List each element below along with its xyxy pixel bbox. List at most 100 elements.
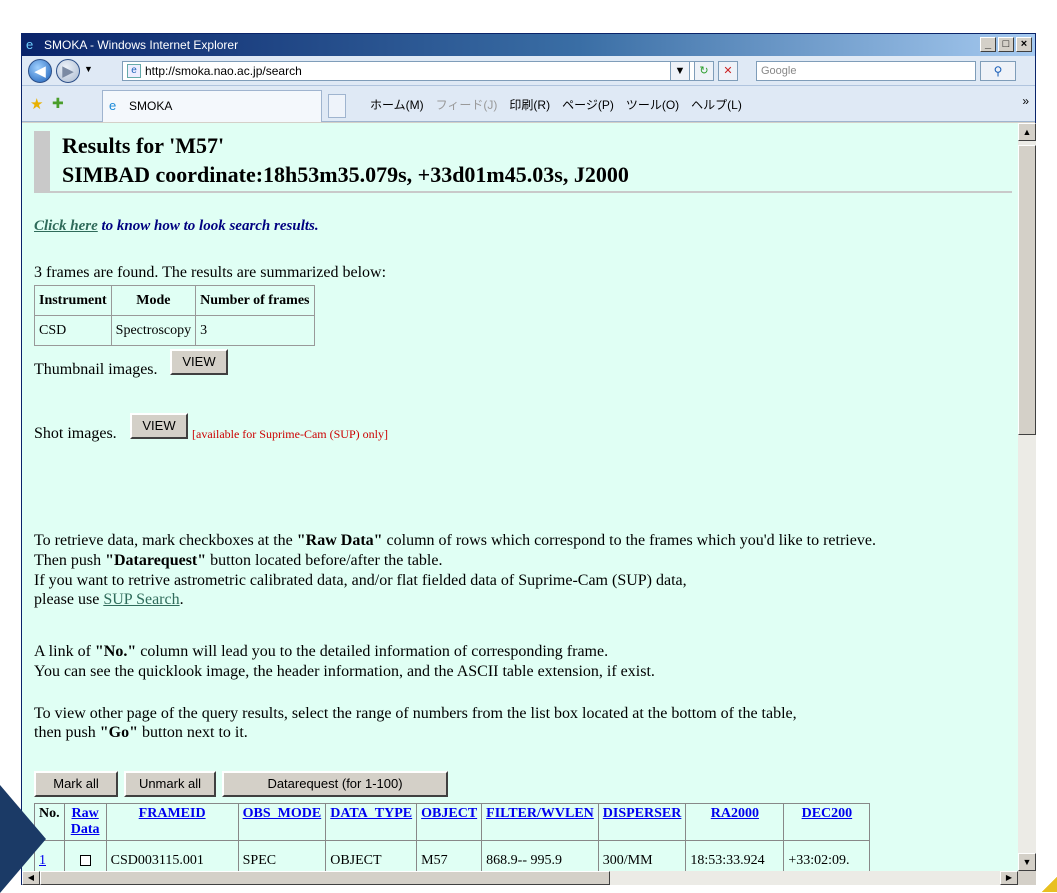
heading-title: Results for 'M57' xyxy=(62,133,225,158)
no-column-line: You can see the quicklook image, the hea… xyxy=(34,663,655,680)
home-command[interactable]: ホーム(M) xyxy=(370,96,424,113)
refresh-icon[interactable]: ↻ xyxy=(694,61,714,81)
add-favorites-icon[interactable]: ✚ xyxy=(52,95,64,112)
history-dropdown-icon[interactable]: ▼ xyxy=(84,64,93,74)
url-text: http://smoka.nao.ac.jp/search xyxy=(145,64,302,78)
search-placeholder: Google xyxy=(761,65,797,77)
summary-cell: 3 xyxy=(195,315,315,346)
instructions-line: To retrieve data, mark checkboxes at the… xyxy=(34,532,876,550)
favorites-star-icon[interactable]: ★ xyxy=(30,95,43,113)
obs-mode-header: OBS_MODE xyxy=(237,803,327,841)
sup-search-link[interactable]: SUP Search xyxy=(103,591,179,608)
obs-mode-cell: SPEC xyxy=(237,840,327,871)
paging-line: To view other page of the query results,… xyxy=(34,705,797,722)
maximize-button[interactable]: □ xyxy=(998,37,1014,52)
page-command[interactable]: ページ(P) xyxy=(562,96,614,113)
dec-header: DEC200 xyxy=(783,803,871,841)
instructions-text: column will lead you to the detailed inf… xyxy=(136,643,609,660)
thumbnail-label: Thumbnail images. xyxy=(34,361,158,378)
tab-title: SMOKA xyxy=(129,99,173,113)
dec-cell: +33:02:09. xyxy=(783,840,871,871)
browser-window: e SMOKA - Windows Internet Explorer _ □ … xyxy=(21,33,1036,885)
feed-command[interactable]: フィード(J) xyxy=(436,96,498,113)
frameid-header: FRAMEID xyxy=(105,803,239,841)
shot-view-button[interactable]: VIEW xyxy=(130,413,188,439)
frameid-sort-link[interactable]: FRAMEID xyxy=(139,806,206,821)
help-command[interactable]: ヘルプ(L) xyxy=(691,96,742,113)
object-sort-link[interactable]: OBJECT xyxy=(421,806,477,821)
favorites-bar: ★ ✚ e SMOKA ホーム(M) フィード(J) 印刷(R) ページ(P) … xyxy=(22,86,1035,122)
decorative-corner xyxy=(1041,877,1057,892)
datarequest-emphasis: "Datarequest" xyxy=(105,552,207,569)
instructions-text: then push xyxy=(34,724,100,741)
summary-cell: Spectroscopy xyxy=(110,315,197,346)
print-command[interactable]: 印刷(R) xyxy=(509,96,550,113)
search-icon[interactable]: ⚲ xyxy=(980,61,1016,81)
tools-command[interactable]: ツール(O) xyxy=(626,96,679,113)
shot-row: Shot images. VIEW [available for Suprime… xyxy=(34,413,388,443)
horizontal-scrollbar[interactable]: ◀ ▶ xyxy=(22,871,1018,885)
ra-cell: 18:53:33.924 xyxy=(685,840,785,871)
instructions-text: please use xyxy=(34,591,104,608)
ra-sort-link[interactable]: RA2000 xyxy=(711,806,759,821)
results-heading: Results for 'M57' SIMBAD coordinate:18h5… xyxy=(34,131,1012,193)
window-controls: _ □ × xyxy=(980,37,1032,52)
vertical-scrollbar[interactable]: ▲ ▼ xyxy=(1018,123,1036,871)
results-header-row: No. Raw Data FRAMEID OBS_MODE DATA_TYPE … xyxy=(34,803,871,841)
more-chevron-icon[interactable]: » xyxy=(1022,94,1029,108)
raw-data-cell xyxy=(63,840,107,871)
scroll-down-icon[interactable]: ▼ xyxy=(1018,853,1036,871)
raw-data-emphasis: "Raw Data" xyxy=(296,532,383,549)
action-bar: Mark all Unmark all Datarequest (for 1-1… xyxy=(34,771,448,797)
scroll-right-icon[interactable]: ▶ xyxy=(1000,871,1018,885)
filter-cell: 868.9-- 995.9 xyxy=(481,840,599,871)
address-field[interactable]: e http://smoka.nao.ac.jp/search xyxy=(122,61,712,81)
data-type-sort-link[interactable]: DATA_TYPE xyxy=(330,806,412,821)
minimize-button[interactable]: _ xyxy=(980,37,996,52)
table-row: 1 CSD003115.001 SPEC OBJECT M57 868.9-- … xyxy=(34,840,871,871)
instructions-line: If you want to retrive astrometric calib… xyxy=(34,572,687,589)
summary-table: Instrument Mode Number of frames CSD Spe… xyxy=(34,285,315,346)
window-title: SMOKA - Windows Internet Explorer xyxy=(44,38,239,52)
close-button[interactable]: × xyxy=(1016,37,1032,52)
datarequest-button[interactable]: Datarequest (for 1-100) xyxy=(222,771,448,797)
decorative-triangle xyxy=(0,785,46,893)
heading-coordinate: SIMBAD coordinate:18h53m35.079s, +33d01m… xyxy=(62,162,629,187)
forward-button[interactable]: ▶ xyxy=(56,59,80,83)
scroll-up-icon[interactable]: ▲ xyxy=(1018,123,1036,141)
raw-data-sort-link[interactable]: Raw Data xyxy=(71,806,100,837)
title-bar[interactable]: e SMOKA - Windows Internet Explorer _ □ … xyxy=(22,34,1035,56)
help-link[interactable]: Click here xyxy=(34,218,98,234)
scroll-corner xyxy=(1018,871,1036,885)
search-input[interactable]: Google xyxy=(756,61,976,81)
tab-smoka[interactable]: e SMOKA xyxy=(102,90,322,122)
go-emphasis: "Go" xyxy=(99,724,138,741)
dec-sort-link[interactable]: DEC200 xyxy=(802,806,853,821)
instructions-text: button next to it. xyxy=(138,724,248,741)
unmark-all-button[interactable]: Unmark all xyxy=(124,771,216,797)
shot-note: [available for Suprime-Cam (SUP) only] xyxy=(192,427,388,441)
mark-all-button[interactable]: Mark all xyxy=(34,771,118,797)
found-text: 3 frames are found. The results are summ… xyxy=(34,264,387,281)
object-cell: M57 xyxy=(416,840,483,871)
address-dropdown-icon[interactable]: ▼ xyxy=(670,61,690,81)
summary-header: Number of frames xyxy=(195,285,315,316)
filter-sort-link[interactable]: FILTER/WVLEN xyxy=(486,806,594,821)
new-tab-button[interactable] xyxy=(328,94,346,118)
back-button[interactable]: ◀ xyxy=(28,59,52,83)
data-type-cell: OBJECT xyxy=(325,840,418,871)
obs-mode-sort-link[interactable]: OBS_MODE xyxy=(243,806,322,821)
stop-icon[interactable]: ✕ xyxy=(718,61,738,81)
disperser-sort-link[interactable]: DISPERSER xyxy=(603,806,682,821)
vertical-scroll-thumb[interactable] xyxy=(1018,145,1036,435)
summary-header: Instrument xyxy=(34,285,112,316)
horizontal-scroll-thumb[interactable] xyxy=(40,871,610,885)
ra-header: RA2000 xyxy=(685,803,785,841)
help-text: to know how to look search results. xyxy=(97,218,319,234)
summary-cell: CSD xyxy=(34,315,112,346)
address-toolbar: ◀ ▶ ▼ e http://smoka.nao.ac.jp/search ▼ … xyxy=(22,56,1035,86)
instructions-text: A link of xyxy=(34,643,95,660)
raw-data-checkbox[interactable] xyxy=(79,854,91,866)
page-viewport: Results for 'M57' SIMBAD coordinate:18h5… xyxy=(22,123,1018,871)
thumbnail-view-button[interactable]: VIEW xyxy=(170,349,228,375)
